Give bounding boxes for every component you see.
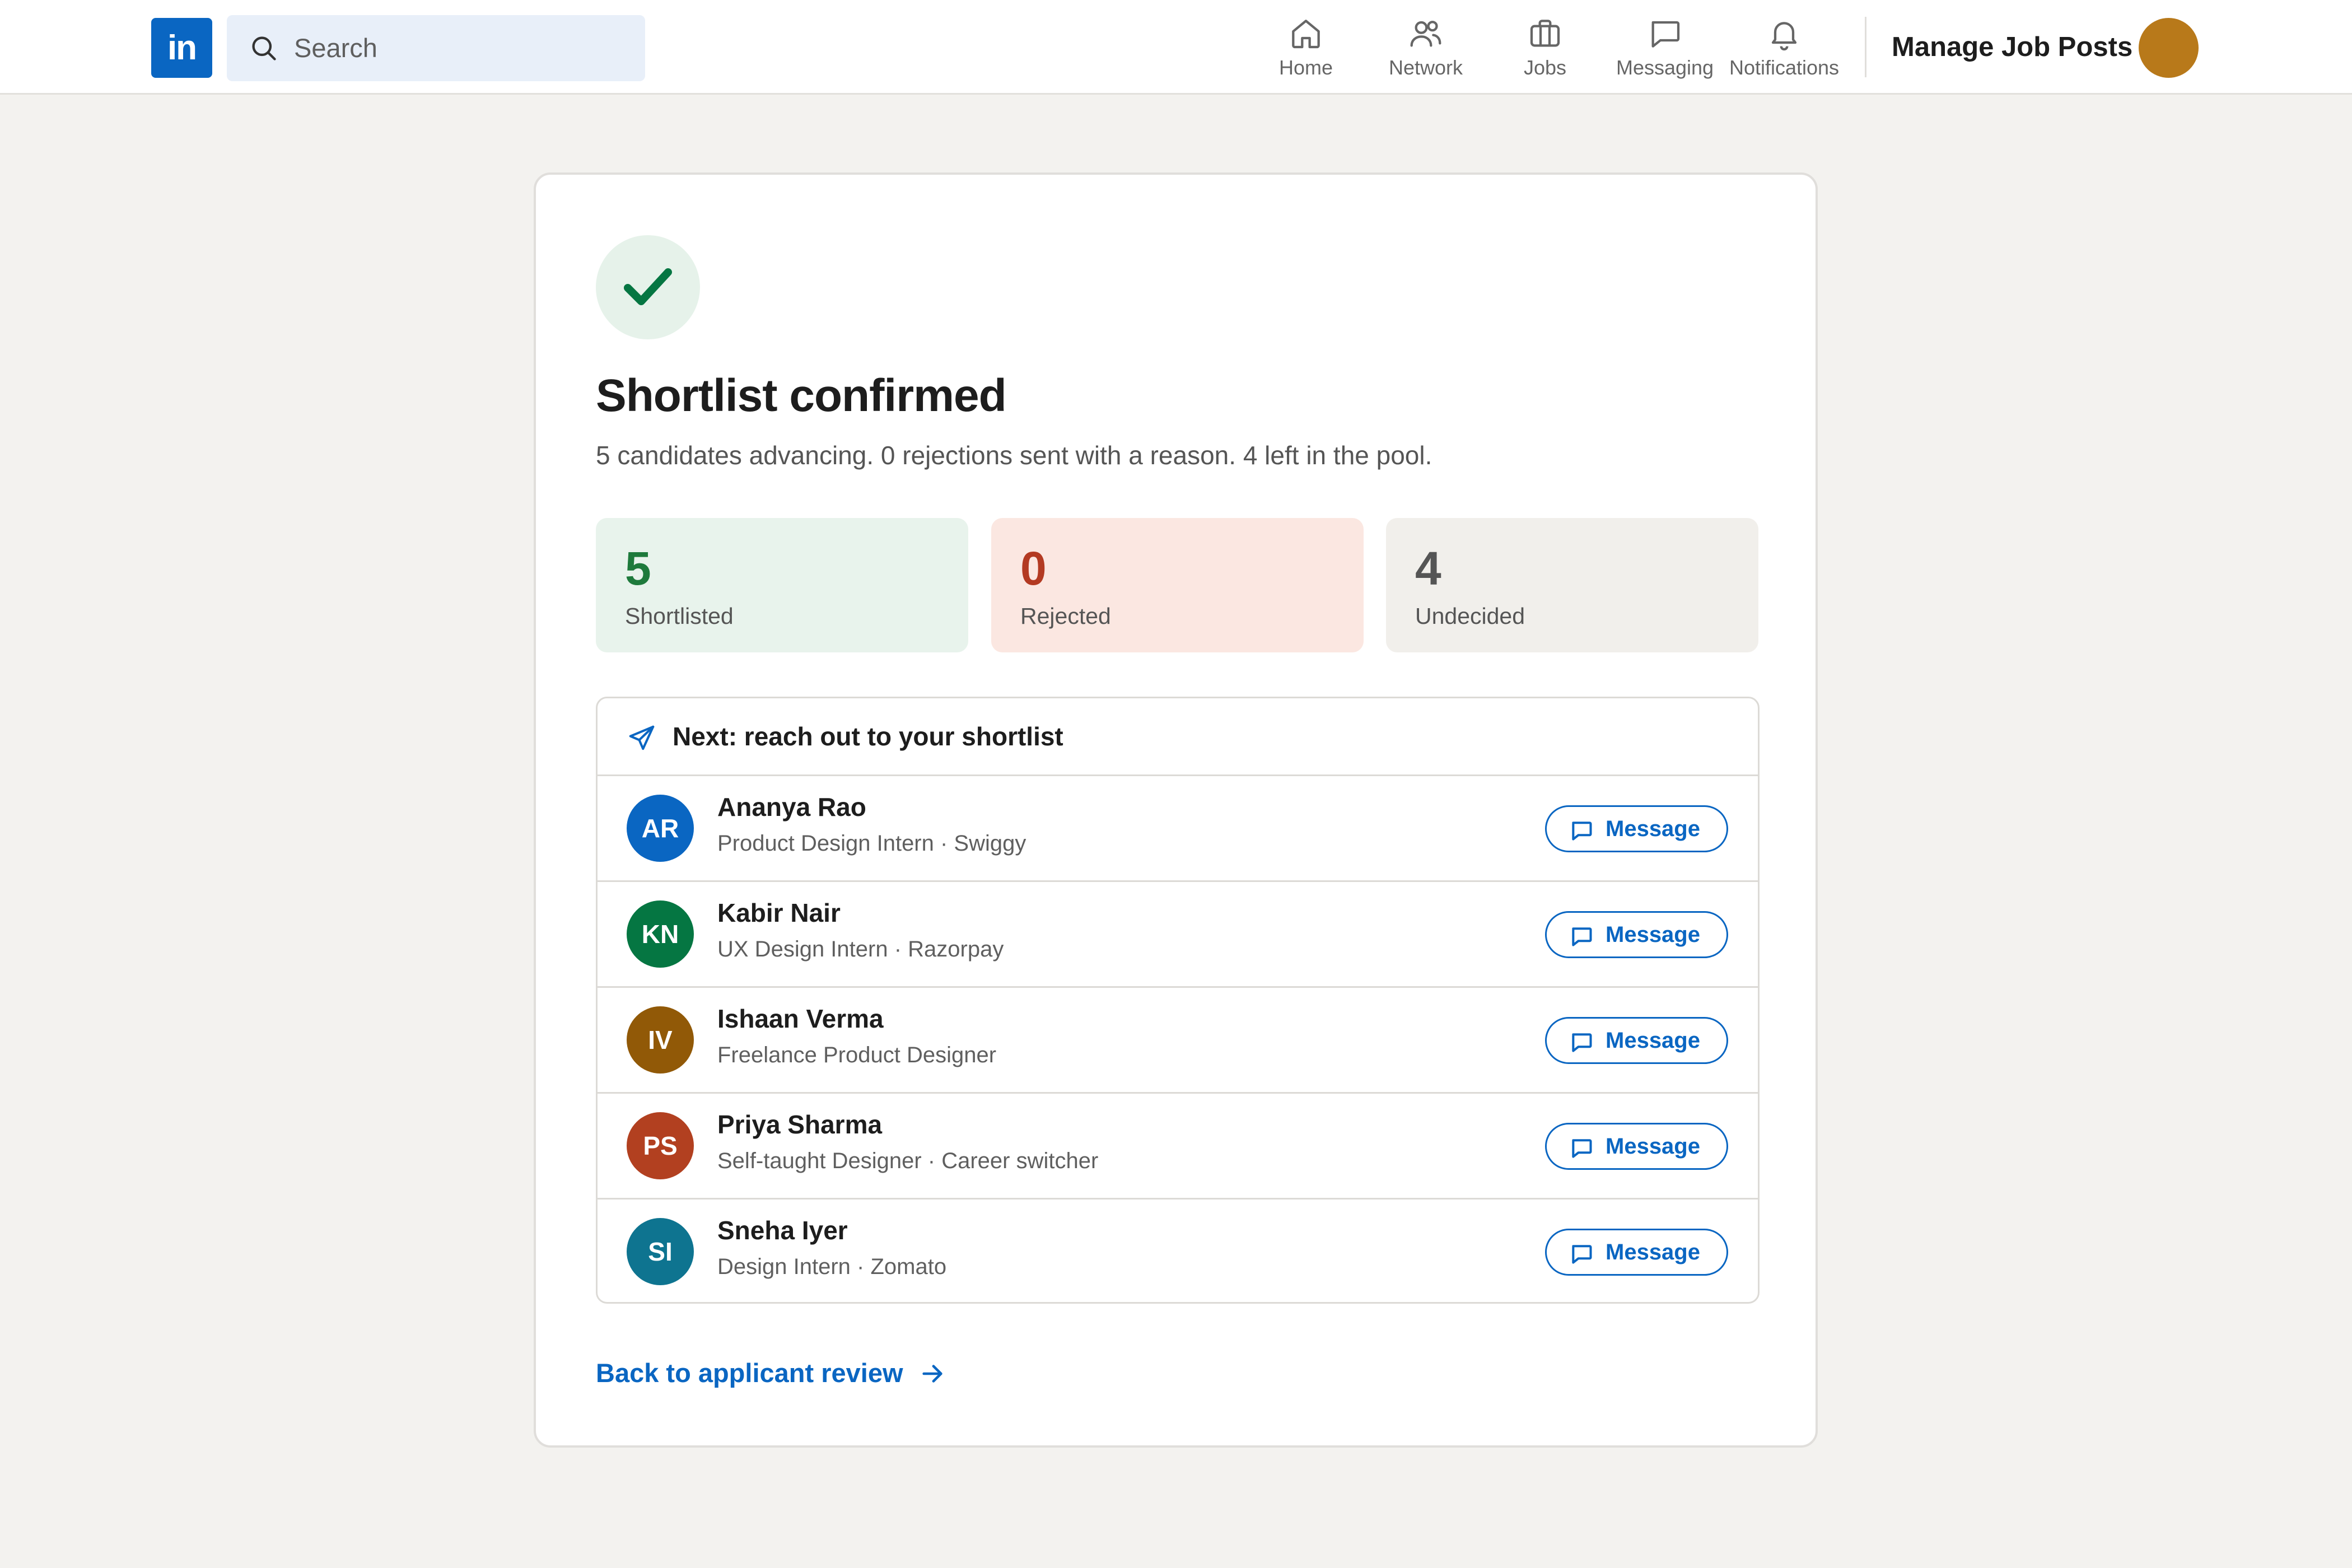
message-button-label: Message — [1606, 922, 1700, 947]
shortlist-confirmation-card: Shortlist confirmed 5 candidates advanci… — [534, 172, 1818, 1448]
message-button[interactable]: Message — [1545, 1123, 1728, 1170]
stat-rejected: 0 Rejected — [991, 518, 1364, 652]
stat-undecided: 4 Undecided — [1386, 518, 1758, 652]
candidate-headline: Product Design Intern · Swiggy — [717, 831, 1026, 856]
candidate-row: SI Sneha Iyer Design Intern · Zomato Mes… — [598, 1200, 1758, 1302]
checkmark-icon — [624, 268, 672, 305]
stat-shortlisted: 5 Shortlisted — [596, 518, 968, 652]
nav-home[interactable]: Home — [1250, 16, 1362, 80]
top-nav: in Search Home Network Jobs Messaging No… — [0, 0, 2352, 95]
message-icon — [1572, 1033, 1592, 1052]
nav-network[interactable]: Network — [1370, 16, 1482, 80]
message-button-label: Message — [1606, 1240, 1700, 1264]
message-button-label: Message — [1606, 1134, 1700, 1159]
user-avatar[interactable] — [2139, 18, 2199, 78]
page-title: Shortlist confirmed — [596, 370, 1007, 421]
nav-home-label: Home — [1278, 56, 1333, 79]
stat-shortlisted-value: 5 — [625, 542, 651, 595]
back-link-label: Back to applicant review — [596, 1358, 903, 1388]
briefcase-icon — [1530, 20, 1560, 47]
message-button[interactable]: Message — [1545, 1017, 1728, 1064]
success-badge — [596, 235, 700, 339]
outreach-header: Next: reach out to your shortlist — [598, 698, 1758, 776]
stat-rejected-label: Rejected — [1020, 603, 1111, 629]
message-icon — [1572, 822, 1592, 841]
candidate-row: AR Ananya Rao Product Design Intern · Sw… — [598, 776, 1758, 882]
candidate-avatar: PS — [627, 1112, 694, 1179]
back-to-applicant-review-link[interactable]: Back to applicant review — [596, 1351, 942, 1396]
candidate-avatar: AR — [627, 795, 694, 862]
manage-job-posts-link[interactable]: Manage Job Posts — [1892, 0, 2132, 95]
candidate-name[interactable]: Priya Sharma — [717, 1109, 882, 1140]
search-placeholder: Search — [294, 33, 377, 63]
candidate-headline: Design Intern · Zomato — [717, 1254, 947, 1279]
stat-undecided-value: 4 — [1415, 542, 1441, 595]
candidate-row: PS Priya Sharma Self-taught Designer · C… — [598, 1094, 1758, 1200]
home-icon — [1292, 20, 1320, 49]
message-button[interactable]: Message — [1545, 805, 1728, 852]
stat-undecided-label: Undecided — [1415, 603, 1525, 629]
nav-notifications-label: Notifications — [1729, 56, 1840, 79]
candidate-headline: UX Design Intern · Razorpay — [717, 937, 1004, 962]
nav-network-label: Network — [1388, 56, 1463, 79]
candidate-avatar: IV — [627, 1006, 694, 1074]
message-icon — [1572, 1139, 1592, 1158]
nav-jobs-label: Jobs — [1523, 56, 1567, 79]
outreach-heading: Next: reach out to your shortlist — [673, 722, 1063, 751]
nav-jobs[interactable]: Jobs — [1489, 16, 1601, 80]
nav-messaging-label: Messaging — [1616, 56, 1714, 79]
chat-icon — [1651, 21, 1680, 48]
arrow-right-icon — [922, 1365, 942, 1383]
nav-messaging[interactable]: Messaging — [1609, 16, 1721, 80]
stat-shortlisted-label: Shortlisted — [625, 603, 734, 629]
linkedin-logo[interactable]: in — [151, 18, 212, 78]
summary-text: 5 candidates advancing. 0 rejections sen… — [596, 441, 1432, 470]
candidate-name[interactable]: Ananya Rao — [717, 792, 866, 822]
search-icon — [252, 36, 276, 60]
candidate-name[interactable]: Ishaan Verma — [717, 1004, 884, 1034]
candidate-headline: Freelance Product Designer — [717, 1043, 997, 1067]
search-box[interactable]: Search — [227, 15, 645, 81]
message-icon — [1572, 1245, 1592, 1264]
candidate-headline: Self-taught Designer · Career switcher — [717, 1149, 1099, 1173]
candidate-row: IV Ishaan Verma Freelance Product Design… — [598, 988, 1758, 1094]
stat-rejected-value: 0 — [1020, 542, 1047, 595]
network-icon — [1410, 21, 1441, 47]
bell-icon — [1771, 22, 1797, 51]
nav-notifications[interactable]: Notifications — [1728, 16, 1840, 80]
message-button[interactable]: Message — [1545, 911, 1728, 958]
message-button-label: Message — [1606, 1028, 1700, 1053]
candidate-name[interactable]: Sneha Iyer — [717, 1215, 848, 1245]
message-icon — [1572, 927, 1592, 946]
nav-divider — [1865, 17, 1866, 77]
send-icon — [629, 725, 655, 750]
candidate-avatar: KN — [627, 900, 694, 968]
message-button-label: Message — [1606, 816, 1700, 841]
candidate-name[interactable]: Kabir Nair — [717, 898, 841, 928]
candidate-avatar: SI — [627, 1218, 694, 1285]
candidate-row: KN Kabir Nair UX Design Intern · Razorpa… — [598, 882, 1758, 988]
shortlist-outreach-list: Next: reach out to your shortlist AR Ana… — [596, 697, 1760, 1304]
message-button[interactable]: Message — [1545, 1229, 1728, 1276]
